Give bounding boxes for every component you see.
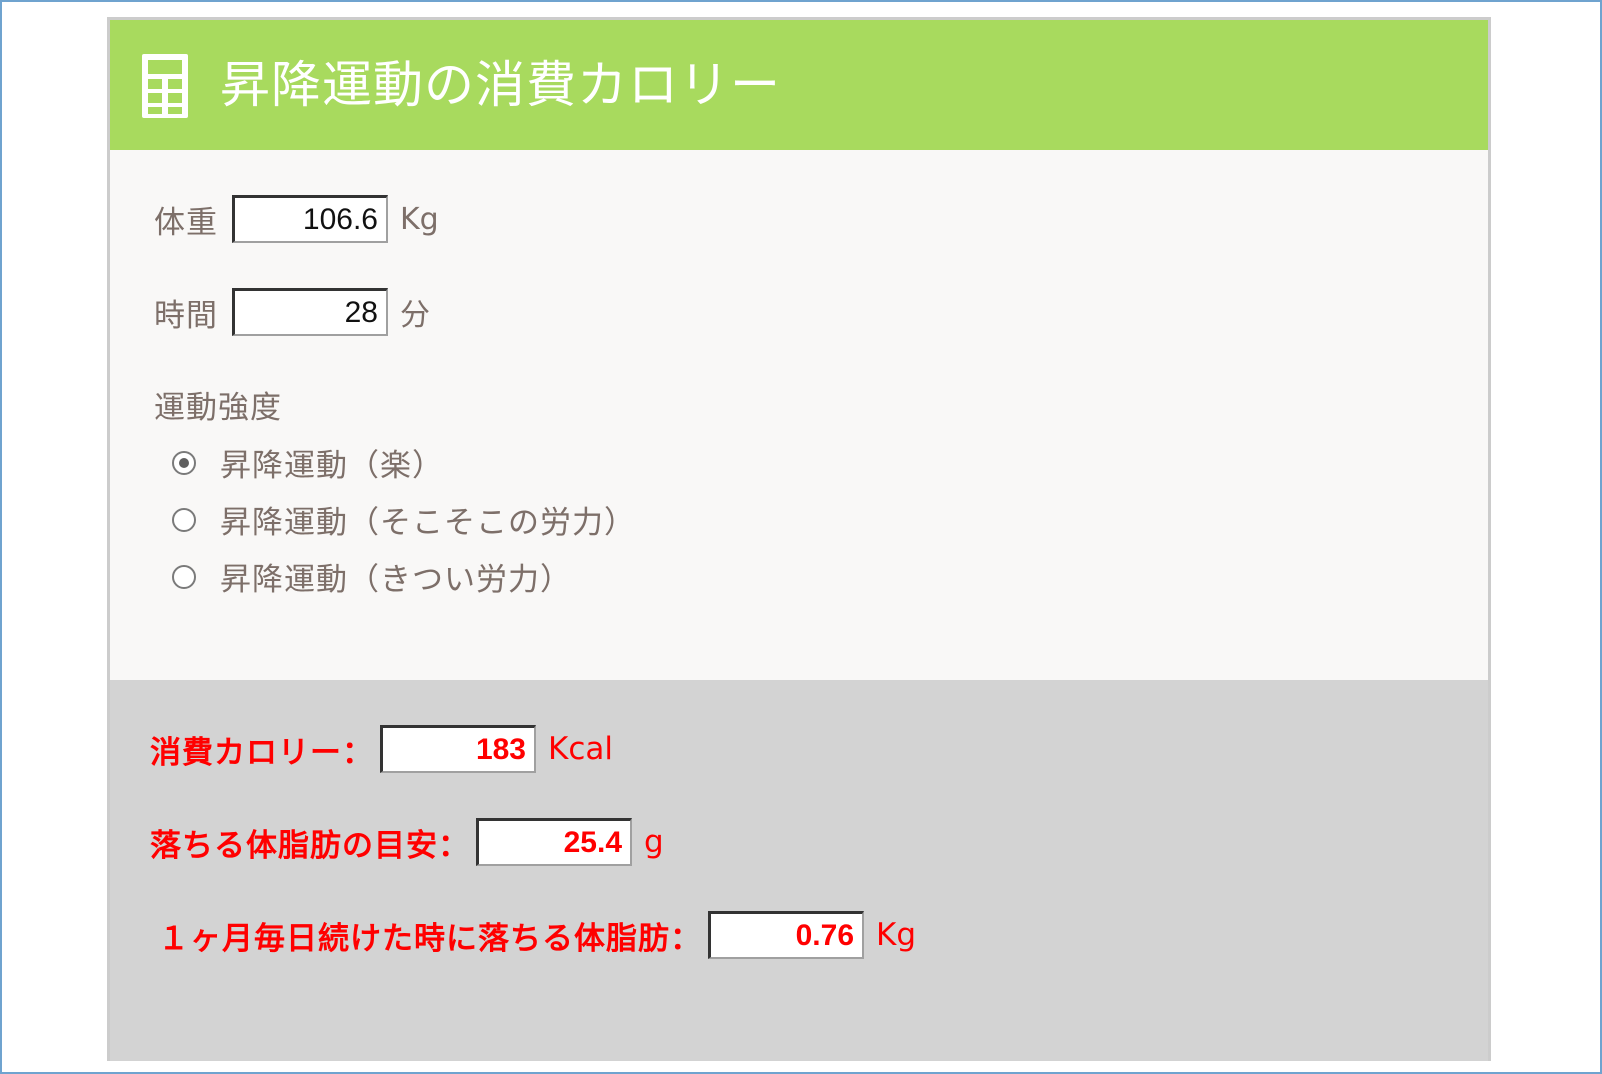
monthly-fat-output[interactable] — [708, 911, 864, 959]
intensity-option-hard[interactable]: 昇降運動（きつい労力） — [172, 554, 572, 599]
fat-unit: g — [644, 824, 664, 860]
intensity-label: 運動強度 — [154, 390, 282, 426]
calories-unit: Kcal — [548, 731, 613, 767]
calories-output[interactable] — [380, 725, 536, 773]
fat-label: 落ちる体脂肪の目安： — [150, 827, 470, 864]
intensity-option-moderate[interactable]: 昇降運動（そこそこの労力） — [172, 497, 636, 542]
time-input[interactable] — [232, 288, 388, 336]
weight-row: 体重 Kg — [154, 195, 439, 243]
calculator-icon — [142, 54, 188, 118]
radio-button[interactable] — [172, 507, 196, 532]
fat-result-row: 落ちる体脂肪の目安： g — [150, 818, 664, 866]
input-form: 体重 Kg 時間 分 運動強度 昇降運動（楽） 昇降運動（そこそこの労力） 昇降… — [110, 150, 1488, 710]
intensity-option-light[interactable]: 昇降運動（楽） — [172, 440, 444, 485]
calculator-card: 昇降運動の消費カロリー 体重 Kg 時間 分 運動強度 昇降運動（楽） 昇降運動… — [107, 17, 1491, 1061]
results-panel: 消費カロリー： Kcal 落ちる体脂肪の目安： g １ヶ月毎日続けた時に落ちる体… — [110, 680, 1488, 1061]
radio-button[interactable] — [172, 564, 196, 589]
time-row: 時間 分 — [154, 288, 430, 336]
fat-output[interactable] — [476, 818, 632, 866]
weight-input[interactable] — [232, 195, 388, 243]
page-title: 昇降運動の消費カロリー — [220, 56, 781, 114]
monthly-fat-unit: Kg — [876, 917, 917, 953]
time-unit: 分 — [400, 298, 430, 333]
intensity-option-label[interactable]: 昇降運動（そこそこの労力） — [220, 497, 636, 542]
intensity-option-label[interactable]: 昇降運動（楽） — [220, 440, 444, 485]
weight-label: 体重 — [154, 204, 218, 241]
calories-label: 消費カロリー： — [150, 734, 374, 771]
radio-button-checked[interactable] — [172, 450, 196, 475]
monthly-fat-result-row: １ヶ月毎日続けた時に落ちる体脂肪： Kg — [158, 911, 916, 959]
calories-result-row: 消費カロリー： Kcal — [150, 725, 613, 773]
intensity-option-label[interactable]: 昇降運動（きつい労力） — [220, 554, 572, 599]
monthly-fat-label: １ヶ月毎日続けた時に落ちる体脂肪： — [158, 920, 702, 957]
header-bar: 昇降運動の消費カロリー — [110, 20, 1488, 150]
weight-unit: Kg — [400, 201, 439, 237]
time-label: 時間 — [154, 297, 218, 334]
